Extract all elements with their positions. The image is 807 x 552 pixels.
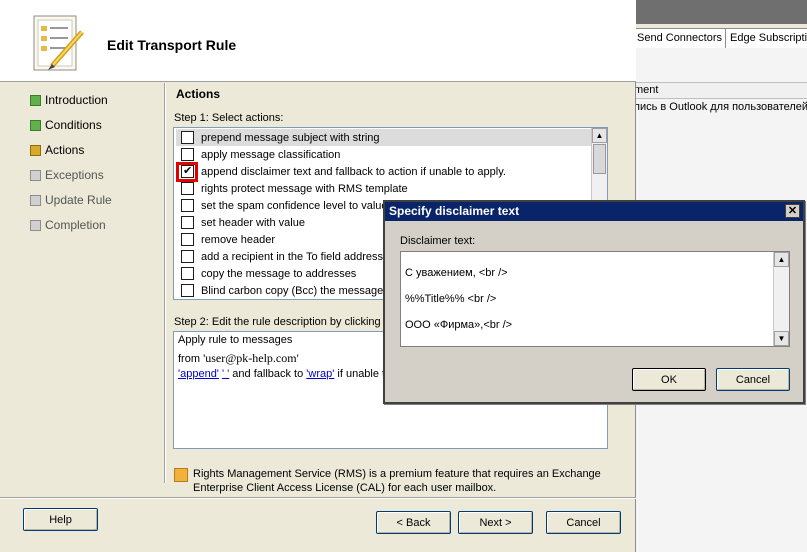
- action-label: set the spam confidence level to value: [201, 199, 388, 212]
- nav-item-conditions: Conditions: [30, 117, 102, 133]
- description-line: 'append' ' ' and fallback to 'wrap' if u…: [178, 368, 391, 380]
- ok-button[interactable]: OK: [632, 368, 706, 391]
- rms-note: Rights Management Service (RMS) is a pre…: [193, 468, 601, 494]
- disclaimer-dialog: Specify disclaimer text ✕ Disclaimer tex…: [383, 200, 805, 404]
- action-checkbox[interactable]: [181, 216, 194, 229]
- action-checkbox[interactable]: [181, 250, 194, 263]
- dialog-cancel-button[interactable]: Cancel: [716, 368, 790, 391]
- wizard-title: Edit Transport Rule: [107, 37, 237, 53]
- tab-edge-subscriptions[interactable]: Edge Subscriptio: [725, 28, 807, 48]
- back-button[interactable]: < Back: [376, 511, 451, 534]
- wizard-header: Edit Transport Rule: [0, 0, 636, 82]
- step1-label: Step 1: Select actions:: [174, 112, 284, 124]
- cancel-button[interactable]: Cancel: [546, 511, 621, 534]
- wrap-link[interactable]: 'wrap': [306, 368, 334, 380]
- disclaimer-textarea[interactable]: С уважением, <br /> %%Title%% <br /> ООО…: [400, 251, 790, 347]
- nav-item-exceptions: Exceptions: [30, 167, 104, 183]
- background-title-strip: [630, 0, 807, 24]
- action-label: prepend message subject with string: [201, 131, 380, 144]
- scroll-thumb[interactable]: [593, 144, 606, 174]
- close-icon[interactable]: ✕: [785, 204, 800, 218]
- action-item[interactable]: prepend message subject with string: [176, 129, 591, 146]
- nav-item-actions: Actions: [30, 142, 84, 158]
- action-label: remove header: [201, 233, 275, 246]
- column-header[interactable]: ment: [630, 82, 807, 99]
- tab-send-connectors[interactable]: Send Connectors: [632, 28, 727, 48]
- nav-label: Introduction: [45, 93, 108, 107]
- action-checkbox[interactable]: [181, 267, 194, 280]
- current-status-icon: [30, 144, 41, 156]
- action-label: rights protect message with RMS template: [201, 182, 408, 195]
- action-label: Blind carbon copy (Bcc) the message t: [201, 284, 390, 297]
- done-status-icon: [30, 94, 41, 106]
- action-item[interactable]: apply message classification: [176, 146, 591, 163]
- disclaimer-line: %%Title%% <br />: [405, 293, 497, 305]
- action-checkbox[interactable]: [181, 233, 194, 246]
- disclaimer-line: ООО «Фирма»,<br />: [405, 319, 513, 331]
- nav-label: Update Rule: [45, 193, 112, 207]
- checkbox-highlight: [176, 162, 198, 182]
- done-status-icon: [30, 119, 41, 131]
- dialog-title: Specify disclaimer text: [385, 202, 803, 221]
- action-label: copy the message to addresses: [201, 267, 357, 280]
- nav-label: Actions: [45, 143, 85, 157]
- action-checkbox[interactable]: [181, 284, 194, 297]
- pending-status-icon: [30, 169, 41, 181]
- action-label: set header with value: [201, 216, 305, 229]
- nav-divider: [164, 83, 166, 483]
- description-line: from 'user@pk-help.com': [178, 351, 299, 366]
- action-checkbox[interactable]: [181, 182, 194, 195]
- nav-label: Exceptions: [45, 168, 104, 182]
- action-item[interactable]: append disclaimer text and fallback to a…: [176, 163, 591, 180]
- from-value-link[interactable]: 'user@pk-help.com': [203, 351, 299, 365]
- action-checkbox[interactable]: [181, 199, 194, 212]
- action-checkbox[interactable]: [181, 131, 194, 144]
- list-row[interactable]: пись в Outlook для пользователей: [630, 100, 807, 117]
- nav-item-introduction: Introduction: [30, 92, 108, 108]
- append-link[interactable]: 'append': [178, 368, 219, 380]
- scroll-down-icon[interactable]: ▼: [774, 331, 789, 346]
- pending-status-icon: [30, 219, 41, 231]
- action-label: append disclaimer text and fallback to a…: [201, 165, 506, 178]
- action-label: add a recipient in the To field addresse…: [201, 250, 395, 263]
- rule-wizard-icon: [33, 15, 84, 71]
- footer-divider: [0, 497, 636, 499]
- disclaimer-scrollbar[interactable]: ▲ ▼: [773, 252, 789, 346]
- disclaimer-line: С уважением, <br />: [405, 267, 508, 279]
- scroll-up-icon[interactable]: ▲: [774, 252, 789, 267]
- info-icon: [174, 468, 188, 482]
- nav-item-completion: Completion: [30, 217, 106, 233]
- next-button[interactable]: Next >: [458, 511, 533, 534]
- section-title: Actions: [176, 87, 221, 101]
- pending-status-icon: [30, 194, 41, 206]
- from-prefix: from: [178, 353, 200, 365]
- wizard-nav: Introduction Conditions Actions Exceptio…: [0, 83, 162, 483]
- nav-label: Conditions: [45, 118, 102, 132]
- nav-item-update-rule: Update Rule: [30, 192, 112, 208]
- nav-label: Completion: [45, 218, 106, 232]
- action-label: apply message classification: [201, 148, 341, 161]
- help-button[interactable]: Help: [23, 508, 98, 531]
- disclaimer-label: Disclaimer text:: [400, 235, 476, 247]
- step2-label: Step 2: Edit the rule description by cli…: [174, 316, 390, 328]
- action-checkbox[interactable]: [181, 148, 194, 161]
- scroll-up-icon[interactable]: ▲: [592, 128, 607, 143]
- background-tabs: Send Connectors Edge Subscriptio: [630, 24, 807, 48]
- action-item[interactable]: rights protect message with RMS template: [176, 180, 591, 197]
- fallback-text: and fallback to: [229, 368, 307, 380]
- description-line: Apply rule to messages: [178, 334, 293, 346]
